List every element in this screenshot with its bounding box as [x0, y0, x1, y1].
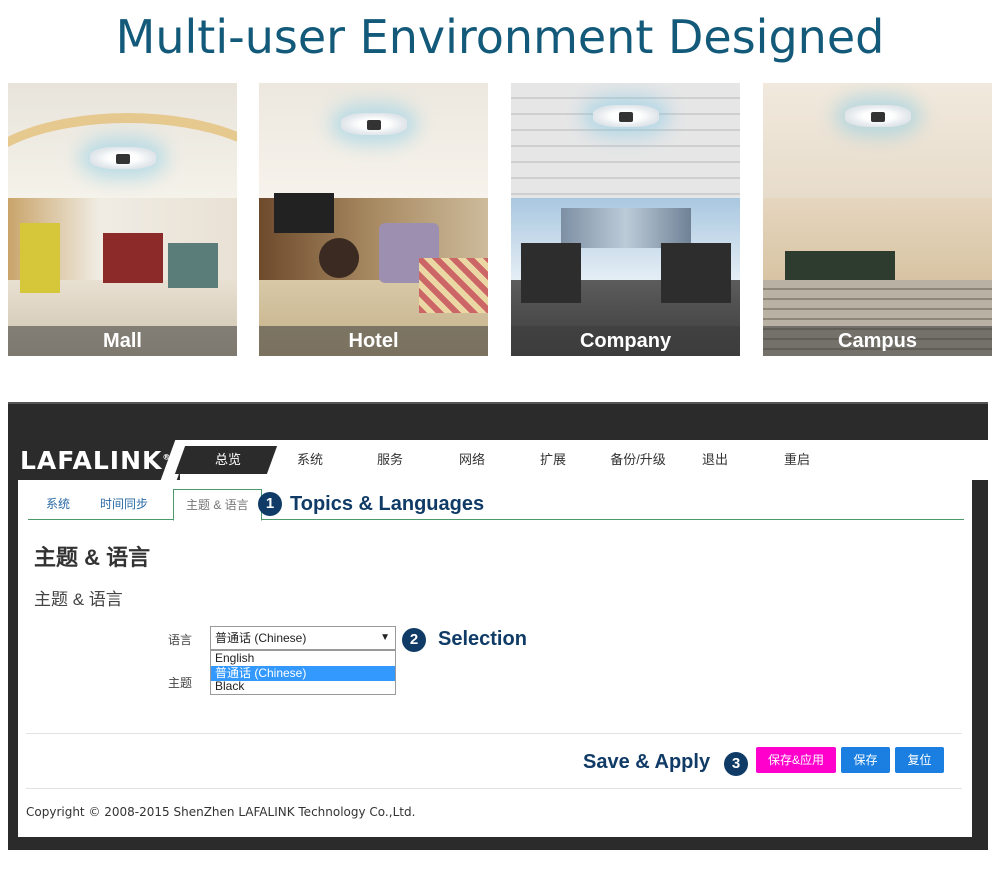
scene-photo-mall: Mall [8, 83, 237, 356]
admin-window: LAFALINK® 总览 系统 服务 网络 扩展 备份/升级 退出 重启 系统 … [8, 402, 988, 850]
nav-item-logout[interactable]: 退出 [691, 440, 739, 480]
nav-item-system[interactable]: 系统 [286, 440, 334, 480]
scene-label: Campus [763, 326, 992, 356]
admin-top-bar [8, 402, 988, 440]
dropdown-arrow-icon: ▼ [380, 632, 390, 643]
nav-item-backup-upgrade[interactable]: 备份/升级 [598, 440, 678, 480]
content-panel: 系统 时间同步 主题 & 语言 1 Topics & Languages 主题 … [18, 480, 972, 837]
theme-select-value: Black [215, 679, 245, 693]
scene-photo-hotel: Hotel [259, 83, 488, 356]
theme-label: 主题 [168, 676, 193, 690]
section-title: 主题 & 语言 [34, 590, 123, 609]
logo-area: LAFALINK® [8, 440, 180, 480]
copyright-text: Copyright © 2008-2015 ShenZhen LAFALINK … [26, 805, 416, 819]
language-dropdown-list: Black English 普通话 (Chinese) [210, 650, 396, 695]
tab-system[interactable]: 系统 [46, 489, 70, 520]
scene-label: Hotel [259, 326, 488, 356]
top-navbar: LAFALINK® 总览 系统 服务 网络 扩展 备份/升级 退出 重启 [8, 440, 988, 480]
scene-photo-company: Company [511, 83, 740, 356]
scene-label: Company [511, 326, 740, 356]
nav-item-services[interactable]: 服务 [366, 440, 414, 480]
callout-3-badge: 3 [724, 752, 748, 776]
page-title: 主题 & 语言 [34, 545, 151, 570]
headline: Multi-user Environment Designed [115, 10, 885, 64]
tab-bar: 系统 时间同步 主题 & 语言 [28, 489, 964, 521]
divider [26, 788, 962, 789]
callout-2-badge: 2 [402, 628, 426, 652]
lafalink-logo: LAFALINK® [20, 446, 171, 475]
language-select-value: 普通话 (Chinese) [215, 631, 307, 645]
save-apply-button[interactable]: 保存&应用 [756, 747, 836, 773]
callout-1-badge: 1 [258, 492, 282, 516]
scene-label: Mall [8, 326, 237, 356]
save-button[interactable]: 保存 [841, 747, 890, 773]
scene-photo-campus: Campus [763, 83, 992, 356]
callout-2-text: Selection [438, 628, 527, 650]
reset-button[interactable]: 复位 [895, 747, 944, 773]
tab-theme-language[interactable]: 主题 & 语言 [173, 489, 262, 521]
nav-item-network[interactable]: 网络 [448, 440, 496, 480]
nav-item-overview[interactable]: 总览 [204, 440, 252, 480]
logo-text: LAFALINK [20, 446, 163, 475]
tab-time-sync[interactable]: 时间同步 [100, 489, 148, 520]
dropdown-option-english[interactable]: English [211, 651, 395, 666]
nav-item-extensions[interactable]: 扩展 [529, 440, 577, 480]
language-select[interactable]: 普通话 (Chinese) ▼ [210, 626, 396, 650]
divider [26, 733, 962, 734]
language-label: 语言 [168, 633, 193, 647]
callout-3-text: Save & Apply [583, 751, 711, 773]
dropdown-option-chinese[interactable]: 普通话 (Chinese) [211, 666, 395, 681]
callout-1-text: Topics & Languages [290, 493, 485, 515]
nav-item-reboot[interactable]: 重启 [773, 440, 821, 480]
